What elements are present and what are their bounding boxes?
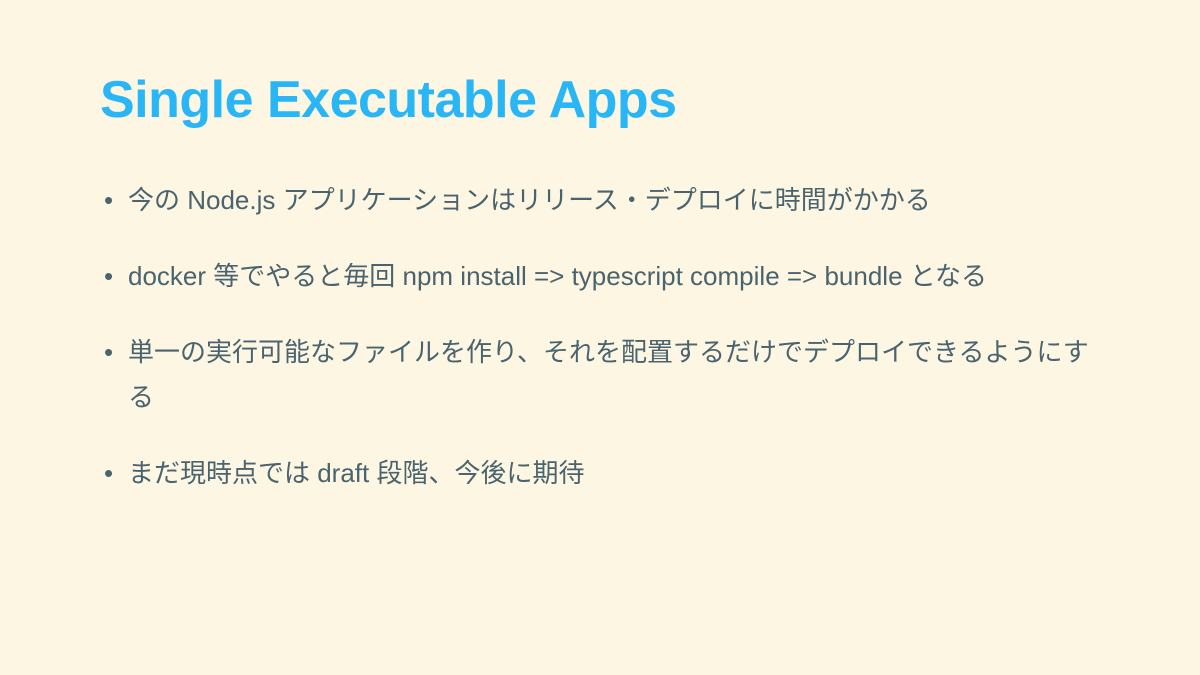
bullet-item: docker 等でやると毎回 npm install => typescript…: [100, 254, 1100, 298]
bullet-item: 単一の実行可能なファイルを作り、それを配置するだけでデプロイできるようにする: [100, 330, 1100, 418]
bullet-item: まだ現時点では draft 段階、今後に期待: [100, 451, 1100, 495]
bullet-list: 今の Node.js アプリケーションはリリース・デプロイに時間がかかる doc…: [100, 178, 1100, 495]
bullet-item: 今の Node.js アプリケーションはリリース・デプロイに時間がかかる: [100, 178, 1100, 222]
slide-title: Single Executable Apps: [100, 70, 1100, 130]
